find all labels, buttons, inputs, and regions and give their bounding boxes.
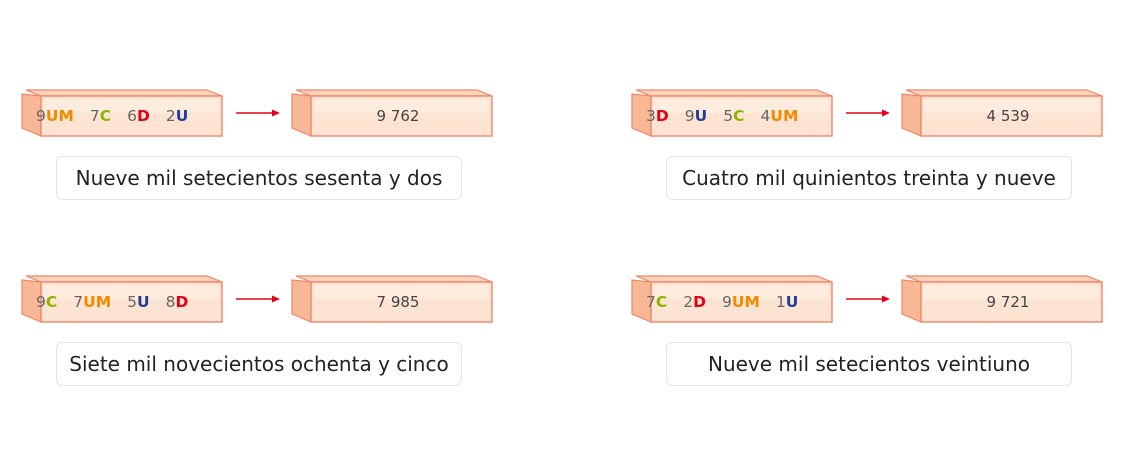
term: 1U xyxy=(775,293,799,311)
decomposition-text: 3D 9U 5C 4UM xyxy=(646,96,830,136)
term: 5C xyxy=(723,107,745,125)
exercise-item: 9C 7UM 5U 8D 7 985 Siete mil novecientos… xyxy=(21,275,582,416)
decomposition-block: 3D 9U 5C 4UM xyxy=(631,89,833,137)
number-block: 9 721 xyxy=(901,275,1103,323)
term: 3D xyxy=(646,107,669,125)
number-block: 9 762 xyxy=(291,89,493,137)
arrow-right-icon xyxy=(236,109,280,117)
decomposition-text: 9UM 7C 6D 2U xyxy=(36,96,220,136)
decomposition-text: 9C 7UM 5U 8D xyxy=(36,282,220,322)
number-value: 9 721 xyxy=(986,293,1030,311)
number-in-words: Nueve mil setecientos sesenta y dos xyxy=(56,156,462,200)
term: 9C xyxy=(36,293,58,311)
number-in-words: Cuatro mil quinientos treinta y nueve xyxy=(666,156,1072,200)
decomposition-block: 7C 2D 9UM 1U xyxy=(631,275,833,323)
number-block: 4 539 xyxy=(901,89,1103,137)
number-value: 4 539 xyxy=(986,107,1030,125)
number-value: 7 985 xyxy=(376,293,420,311)
arrow-right-icon xyxy=(236,295,280,303)
exercise-item: 3D 9U 5C 4UM 4 539 Cuatro mil quinientos… xyxy=(631,89,1132,230)
term: 2U xyxy=(165,107,189,125)
decomposition-block: 9UM 7C 6D 2U xyxy=(21,89,223,137)
term: 8D xyxy=(165,293,189,311)
decomposition-text: 7C 2D 9UM 1U xyxy=(646,282,830,322)
number-in-words: Nueve mil setecientos veintiuno xyxy=(666,342,1072,386)
number-in-words: Siete mil novecientos ochenta y cinco xyxy=(56,342,462,386)
term: 7C xyxy=(89,107,112,125)
term: 6D xyxy=(127,107,150,125)
term: 2D xyxy=(683,293,707,311)
number-value: 9 762 xyxy=(376,107,420,125)
arrow-right-icon xyxy=(846,295,890,303)
decomposition-block: 9C 7UM 5U 8D xyxy=(21,275,223,323)
arrow-right-icon xyxy=(846,109,890,117)
term: 9U xyxy=(684,107,708,125)
term: 4UM xyxy=(760,107,799,125)
term: 5U xyxy=(127,293,150,311)
term: 9UM xyxy=(722,293,760,311)
exercise-item: 9UM 7C 6D 2U 9 762 Nueve mil setecientos… xyxy=(21,89,582,230)
term: 7UM xyxy=(73,293,112,311)
number-block: 7 985 xyxy=(291,275,493,323)
term: 9UM xyxy=(36,107,74,125)
term: 7C xyxy=(646,293,668,311)
exercise-item: 7C 2D 9UM 1U 9 721 Nueve mil setecientos… xyxy=(631,275,1132,416)
